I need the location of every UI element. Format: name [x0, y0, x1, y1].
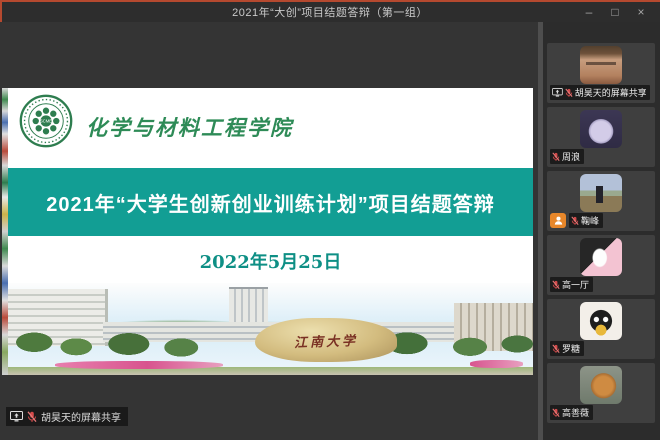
participant-name: 高善薇 — [562, 406, 589, 419]
participant-tile[interactable]: 周浪 — [547, 107, 655, 167]
participant-label: 胡昊天的屏幕共享 — [550, 85, 650, 100]
participant-label: 高一厅 — [550, 277, 593, 292]
photo-flowerbed-right — [470, 360, 523, 367]
screen-share-icon — [10, 411, 23, 422]
participant-avatar-cat — [580, 366, 622, 404]
window-left-border — [0, 0, 2, 22]
mic-muted-icon — [27, 411, 37, 423]
participant-tile[interactable]: 罗糖 — [547, 299, 655, 359]
slide-header: SCME 化学与材料工程学院 — [8, 88, 533, 168]
participant-label: 鞠峰 — [569, 213, 603, 228]
window-controls: – □ × — [576, 2, 654, 22]
mic-muted-icon — [552, 280, 560, 290]
slide-date: 2022年5月25日 — [8, 248, 533, 274]
mic-muted-icon — [552, 408, 560, 418]
share-source-text: 胡昊天的屏幕共享 — [41, 409, 121, 424]
participant-name: 鞠峰 — [581, 214, 599, 227]
participant-name: 胡昊天的屏幕共享 — [575, 86, 646, 99]
meeting-window: 2021年“大创”项目结题答辩（第一组） – □ × — [0, 0, 660, 440]
close-button[interactable]: × — [628, 2, 654, 22]
presenter-icon — [550, 213, 566, 228]
share-source-label: 胡昊天的屏幕共享 — [6, 407, 128, 426]
screen-share-icon — [552, 88, 563, 97]
participant-tile-presenter[interactable]: 鞠峰 — [547, 171, 655, 231]
participant-avatar-face-photo — [580, 46, 622, 84]
window-title: 2021年“大创”项目结题答辩（第一组） — [0, 4, 660, 20]
participant-name: 周浪 — [562, 150, 580, 163]
presentation-slide: SCME 化学与材料工程学院 2021年“大学生创新创业训练计划”项目结题答辩 … — [8, 88, 533, 375]
seal-center-text: SCME — [40, 119, 52, 124]
mic-muted-icon — [552, 152, 560, 162]
university-stone: 江南大学 — [255, 318, 397, 362]
maximize-button[interactable]: □ — [602, 2, 628, 22]
title-bar[interactable]: 2021年“大创”项目结题答辩（第一组） – □ × — [0, 2, 660, 22]
photo-flowerbed-left — [55, 361, 223, 369]
participant-avatar-moon — [580, 110, 622, 148]
mic-muted-icon — [571, 216, 579, 226]
participant-tile[interactable]: 高善薇 — [547, 363, 655, 423]
mic-muted-icon — [552, 344, 560, 354]
participant-label: 高善薇 — [550, 405, 593, 420]
college-name: 化学与材料工程学院 — [86, 112, 293, 142]
window-top-border — [0, 0, 660, 2]
participant-avatar-bird — [580, 302, 622, 340]
campus-photo: 江南大学 — [8, 283, 533, 375]
slide-title: 2021年“大学生创新创业训练计划”项目结题答辩 — [46, 188, 495, 217]
participant-tile-sharing[interactable]: 胡昊天的屏幕共享 — [547, 43, 655, 103]
participant-name: 高一厅 — [562, 278, 589, 291]
mic-muted-icon — [565, 88, 573, 98]
participant-tile[interactable]: 高一厅 — [547, 235, 655, 295]
college-seal-logo: SCME — [18, 92, 74, 150]
participant-avatar-outdoor-photo — [580, 174, 622, 212]
university-stone-text: 江南大学 — [293, 329, 358, 350]
minimize-button[interactable]: – — [576, 2, 602, 22]
participant-label: 罗糖 — [550, 341, 584, 356]
meeting-body: SCME 化学与材料工程学院 2021年“大学生创新创业训练计划”项目结题答辩 … — [0, 22, 660, 440]
participants-panel: 胡昊天的屏幕共享 周浪 — [543, 22, 660, 440]
participant-name: 罗糖 — [562, 342, 580, 355]
screen-share-view: SCME 化学与材料工程学院 2021年“大学生创新创业训练计划”项目结题答辩 … — [0, 22, 538, 440]
participant-avatar-rabbit — [580, 238, 622, 276]
slide-title-banner: 2021年“大学生创新创业训练计划”项目结题答辩 — [8, 168, 533, 236]
participant-label: 周浪 — [550, 149, 584, 164]
